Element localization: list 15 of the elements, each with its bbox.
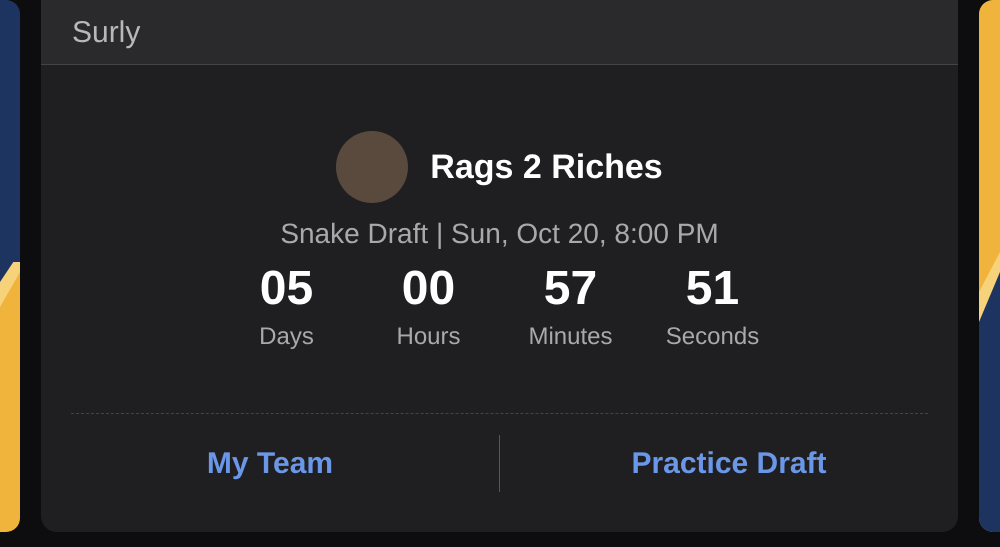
side-card[interactable] [0, 0, 20, 532]
countdown-unit: Hours [396, 322, 461, 352]
countdown-unit: Days [259, 322, 314, 352]
team-name: Rags 2 Riches [430, 146, 663, 188]
action-link[interactable]: My Team [198, 434, 342, 492]
countdown-value: 05 [260, 261, 314, 317]
action-link[interactable]: Practice Draft [623, 434, 835, 492]
league-name: Surly [72, 14, 140, 50]
countdown-value: 51 [686, 261, 740, 317]
countdown-value: 57 [544, 261, 598, 317]
side-card[interactable] [979, 0, 1000, 532]
countdown-unit: Seconds [666, 322, 760, 352]
countdown-value: 00 [402, 261, 456, 317]
draft-info: Snake Draft | Sun, Oct 20, 8:00 PM [280, 217, 719, 251]
countdown-unit: Minutes [528, 322, 613, 352]
